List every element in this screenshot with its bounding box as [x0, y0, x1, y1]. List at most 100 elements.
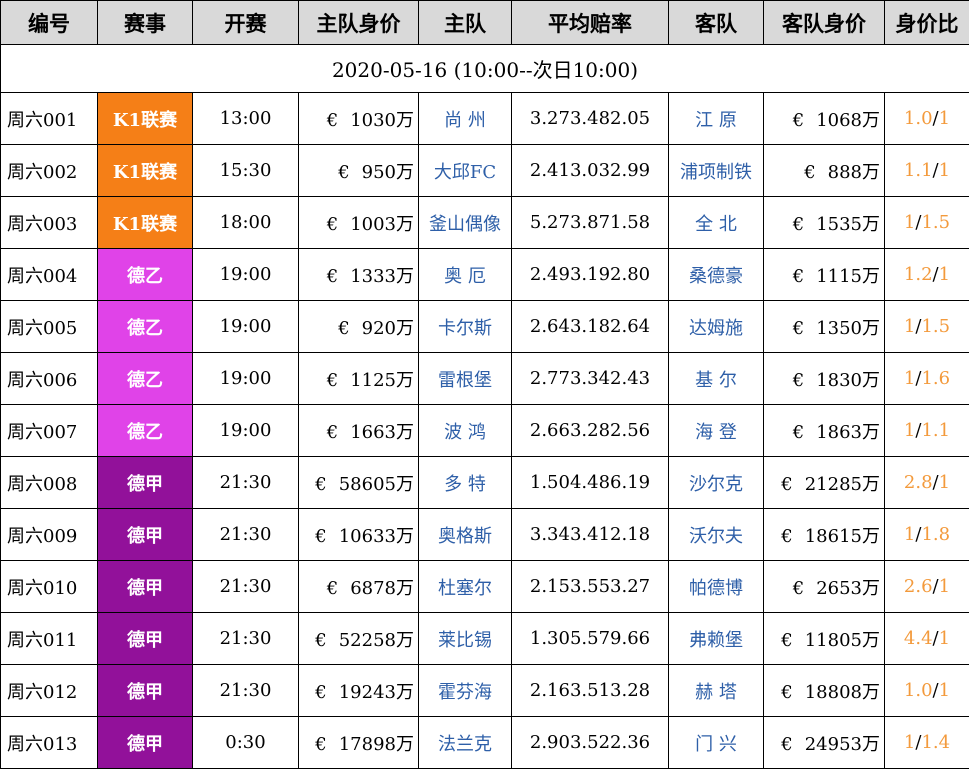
- header-code: 编号: [0, 0, 98, 45]
- home-team[interactable]: 卡尔斯: [418, 300, 512, 353]
- match-code: 周六010: [0, 560, 98, 613]
- euro-symbol: €: [326, 213, 339, 235]
- header-league: 赛事: [97, 0, 193, 45]
- kickoff-time: 19:00: [192, 352, 299, 405]
- ratio-home: 2.6: [903, 576, 933, 597]
- table-row[interactable]: 周六004 德乙 19:00 €1333万奥 厄 2.493.192.80 桑德豪 €111…: [0, 248, 969, 301]
- home-value: €1030万: [298, 92, 419, 145]
- home-value-amount: 52258万: [338, 629, 414, 651]
- table-row[interactable]: 周六005 德乙 19:00 €920万 卡尔斯 2.643.182.64 达姆施 €1350…: [0, 300, 969, 353]
- euro-symbol: €: [792, 421, 805, 443]
- ratio-away: 1: [938, 680, 951, 701]
- away-value-amount: 11805万: [804, 629, 880, 651]
- away-value: €1068万: [763, 92, 885, 145]
- away-team[interactable]: 沃尔夫: [668, 508, 764, 561]
- away-team[interactable]: 全 北: [668, 196, 764, 249]
- match-code: 周六011: [0, 612, 98, 665]
- league-badge: 德乙: [97, 248, 193, 301]
- home-team[interactable]: 杜塞尔: [418, 560, 512, 613]
- average-odds: 2.163.513.28: [511, 664, 669, 717]
- league-badge: 德乙: [97, 404, 193, 457]
- home-team[interactable]: 多 特: [418, 456, 512, 509]
- away-value-amount: 18615万: [804, 525, 880, 547]
- away-team[interactable]: 江 原: [668, 92, 764, 145]
- home-team[interactable]: 大邱FC: [418, 144, 512, 197]
- away-value: €21285万: [763, 456, 885, 509]
- ratio-home: 4.4: [903, 628, 933, 649]
- ratio-away: 1.5: [921, 212, 951, 233]
- table-row[interactable]: 周六008 德甲 21:30 €58605万多 特 1.504.486.19 沙尔克 €21…: [0, 456, 969, 509]
- average-odds: 2.663.282.56: [511, 404, 669, 457]
- ratio-home: 2.8: [903, 472, 933, 493]
- table-row[interactable]: 周六002 K1联赛 15:30 €950万 大邱FC 2.413.032.99 浦项制铁 €…: [0, 144, 969, 197]
- euro-symbol: €: [315, 681, 327, 703]
- away-value: €18808万: [763, 664, 885, 717]
- home-value: €920万: [298, 300, 419, 353]
- match-code: 周六006: [0, 352, 98, 405]
- euro-symbol: €: [792, 369, 805, 391]
- match-code: 周六002: [0, 144, 98, 197]
- home-value-amount: 920万: [361, 317, 414, 339]
- table-row[interactable]: 周六010 德甲 21:30 €6878万 杜塞尔 2.153.553.27 帕德博 €265…: [0, 560, 969, 613]
- average-odds: 2.903.522.36: [511, 716, 669, 769]
- home-team[interactable]: 奥格斯: [418, 508, 512, 561]
- home-team[interactable]: 莱比锡: [418, 612, 512, 665]
- away-value: €24953万: [763, 716, 885, 769]
- away-team[interactable]: 赫 塔: [668, 664, 764, 717]
- ratio-home: 1.0: [903, 108, 933, 129]
- kickoff-time: 21:30: [192, 612, 299, 665]
- home-value-amount: 19243万: [338, 681, 414, 703]
- away-team[interactable]: 沙尔克: [668, 456, 764, 509]
- table-row[interactable]: 周六006 德乙 19:00 €1125万 雷根堡 2.773.342.43 基 尔 €183…: [0, 352, 969, 405]
- away-team[interactable]: 帕德博: [668, 560, 764, 613]
- home-value: €1333万: [298, 248, 419, 301]
- table-row[interactable]: 周六009 德甲 21:30 €10633万 奥格斯 3.343.412.18 沃尔夫 €18…: [0, 508, 969, 561]
- ratio-home: 1: [903, 212, 916, 233]
- home-value: €10633万: [298, 508, 419, 561]
- league-badge: 德甲: [97, 612, 193, 665]
- home-team[interactable]: 法兰克: [418, 716, 512, 769]
- away-value: €11805万: [763, 612, 885, 665]
- table-row[interactable]: 周六012 德甲 21:30 €19243万 霍芬海 2.163.513.28 赫 塔 €18…: [0, 664, 969, 717]
- home-team[interactable]: 波 鸿: [418, 404, 512, 457]
- away-team[interactable]: 弗赖堡: [668, 612, 764, 665]
- home-value-amount: 10633万: [338, 525, 414, 547]
- ratio-home: 1: [903, 732, 916, 753]
- away-team[interactable]: 桑德豪: [668, 248, 764, 301]
- away-team[interactable]: 浦项制铁: [668, 144, 764, 197]
- header-home-team: 主队: [418, 0, 512, 45]
- table-row[interactable]: 周六007 德乙 19:00 €1663万波 鸿 2.663.282.56 海 登 €186…: [0, 404, 969, 457]
- euro-symbol: €: [781, 525, 793, 547]
- ratio-away: 1: [938, 576, 951, 597]
- league-badge: 德甲: [97, 664, 193, 717]
- euro-symbol: €: [804, 161, 816, 183]
- euro-symbol: €: [792, 109, 805, 131]
- value-ratio: 1/1.5: [884, 300, 969, 353]
- match-rows: 周六001 K1联赛 13:00 €1030万尚 州 3.273.482.05 江 原 €1…: [0, 92, 969, 769]
- home-team[interactable]: 霍芬海: [418, 664, 512, 717]
- away-team[interactable]: 达姆施: [668, 300, 764, 353]
- home-team[interactable]: 奥 厄: [418, 248, 512, 301]
- away-team[interactable]: 门 兴: [668, 716, 764, 769]
- away-team[interactable]: 基 尔: [668, 352, 764, 405]
- value-ratio: 1/1.8: [884, 508, 969, 561]
- euro-symbol: €: [338, 317, 350, 339]
- value-ratio: 1/1.5: [884, 196, 969, 249]
- home-team[interactable]: 雷根堡: [418, 352, 512, 405]
- home-team[interactable]: 釜山偶像: [418, 196, 512, 249]
- value-ratio: 1/1.6: [884, 352, 969, 405]
- away-value-amount: 18808万: [804, 681, 880, 703]
- away-value-amount: 1535万: [816, 213, 880, 235]
- match-code: 周六009: [0, 508, 98, 561]
- table-row[interactable]: 周六001 K1联赛 13:00 €1030万尚 州 3.273.482.05 江 原 €1…: [0, 92, 969, 145]
- table-row[interactable]: 周六003 K1联赛 18:00 €1003万 釜山偶像 5.273.871.58 全 北 €…: [0, 196, 969, 249]
- table-row[interactable]: 周六013 德甲 0:30 €17898万 法兰克 2.903.522.36 门 兴 €249…: [0, 716, 969, 769]
- average-odds: 2.773.342.43: [511, 352, 669, 405]
- home-value: €19243万: [298, 664, 419, 717]
- table-row[interactable]: 周六011 德甲 21:30 €52258万 莱比锡 1.305.579.66 弗赖堡 €11…: [0, 612, 969, 665]
- match-code: 周六007: [0, 404, 98, 457]
- league-badge: 德甲: [97, 508, 193, 561]
- euro-symbol: €: [781, 733, 793, 755]
- home-team[interactable]: 尚 州: [418, 92, 512, 145]
- away-team[interactable]: 海 登: [668, 404, 764, 457]
